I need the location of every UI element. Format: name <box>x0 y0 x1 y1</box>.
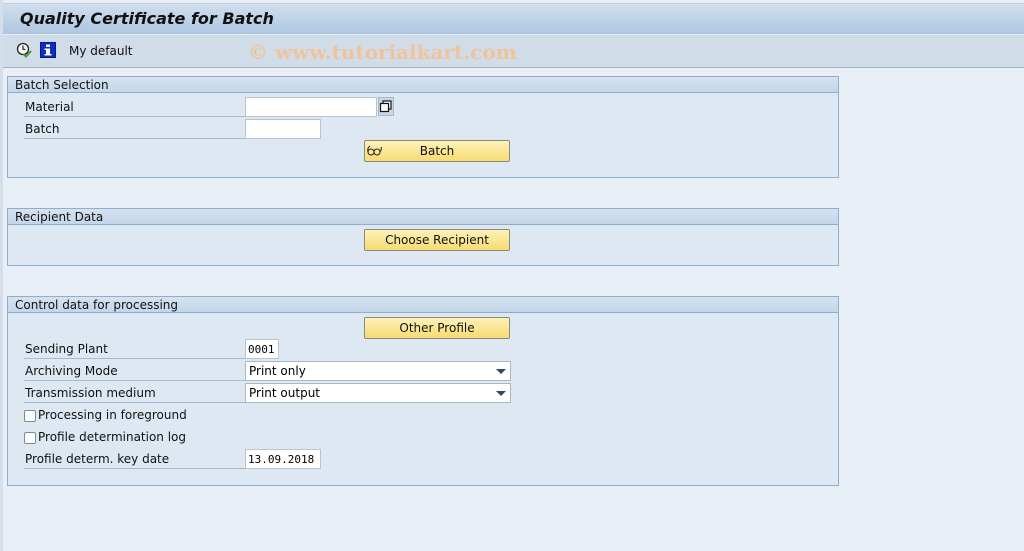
archiving-mode-value: Print only <box>249 364 306 378</box>
window-left-edge <box>0 0 3 551</box>
watermark-text: © www.tutorialkart.com <box>248 40 517 64</box>
processing-foreground-label: Processing in foreground <box>38 408 187 422</box>
my-default-variant-button[interactable]: My default <box>69 44 133 58</box>
choose-recipient-button[interactable]: Choose Recipient <box>364 229 510 251</box>
batch-button[interactable]: Batch <box>364 140 510 162</box>
control-data-group: Control data for processing Other Profil… <box>7 296 839 486</box>
archiving-mode-dropdown[interactable]: Print only <box>245 361 511 381</box>
transmission-medium-label: Transmission medium <box>24 382 247 403</box>
material-label: Material <box>24 96 247 117</box>
chevron-down-icon <box>496 391 506 396</box>
multiple-selection-icon[interactable] <box>378 97 394 116</box>
sending-plant-label: Sending Plant <box>24 338 247 359</box>
title-bar: Quality Certificate for Batch <box>3 3 1024 34</box>
batch-button-label: Batch <box>419 144 455 158</box>
control-data-header: Control data for processing <box>8 296 838 313</box>
page-title: Quality Certificate for Batch <box>20 9 274 28</box>
processing-foreground-checkbox[interactable] <box>24 410 36 422</box>
material-input[interactable] <box>245 97 377 117</box>
key-date-label: Profile determ. key date <box>24 448 247 469</box>
profile-log-label: Profile determination log <box>38 430 187 444</box>
transmission-medium-value: Print output <box>249 386 320 400</box>
archiving-mode-label: Archiving Mode <box>24 360 247 381</box>
batch-selection-header: Batch Selection <box>8 76 838 93</box>
recipient-data-header: Recipient Data <box>8 208 838 225</box>
glasses-icon <box>367 144 383 164</box>
application-toolbar: My default © www.tutorialkart.com <box>3 34 1024 68</box>
transmission-medium-dropdown[interactable]: Print output <box>245 383 511 403</box>
recipient-data-group: Recipient Data Choose Recipient <box>7 208 839 266</box>
other-profile-button[interactable]: Other Profile <box>364 317 510 339</box>
execute-clock-icon[interactable] <box>16 42 32 58</box>
batch-input[interactable] <box>245 119 321 139</box>
batch-selection-group: Batch Selection Material Batch Batch <box>7 76 839 178</box>
sending-plant-input[interactable] <box>245 339 279 359</box>
info-icon[interactable] <box>40 42 56 58</box>
batch-label: Batch <box>24 118 247 139</box>
chevron-down-icon <box>496 369 506 374</box>
profile-log-checkbox[interactable] <box>24 432 36 444</box>
key-date-input[interactable] <box>245 449 321 469</box>
